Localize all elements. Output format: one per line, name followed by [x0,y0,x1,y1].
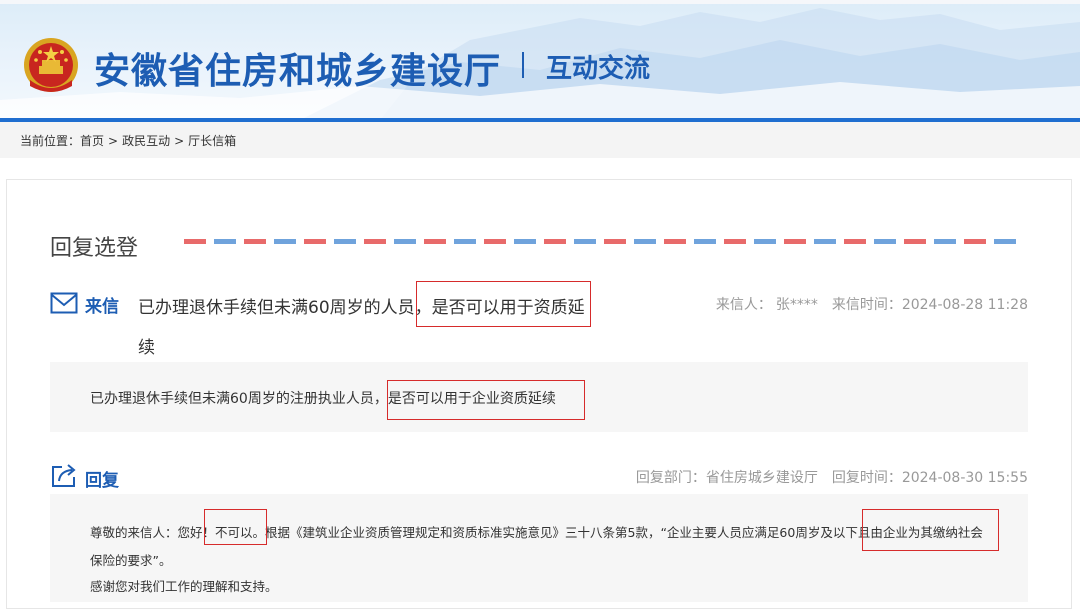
national-emblem-icon [24,38,78,92]
reply-meta: 回复部门：省住房城乡建设厅 回复时间：2024-08-30 15:55 [636,467,1028,487]
title-divider [522,52,524,78]
sender-label: 来信人： [715,297,772,313]
highlight-box [416,281,591,327]
reply-text-line: 保险的要求”。 [90,553,172,568]
breadcrumb-mailbox[interactable]: 厅长信箱 [188,134,236,148]
breadcrumb-separator: > [174,134,185,148]
letter-time: 2024-08-28 11:28 [901,297,1028,313]
share-reply-icon [52,464,76,487]
reply-dept: 省住房城乡建设厅 [705,470,818,486]
reply-dept-label: 回复部门： [635,470,706,486]
site-title[interactable]: 安徽省住房和城乡建设厅 [94,42,501,94]
letter-time-label: 来信时间： [831,297,902,313]
envelope-icon [50,292,78,314]
reply-thanks: 感谢您对我们工作的理解和支持。 [90,579,278,594]
reply-time: 2024-08-30 15:55 [901,470,1028,486]
highlight-box [387,380,585,420]
highlight-box [204,509,267,545]
breadcrumb-separator: > [108,134,119,148]
section-title[interactable]: 互动交流 [546,48,650,85]
section-heading: 回复选登 [50,236,139,261]
sender-name: 张**** [775,297,818,313]
airmail-divider [184,239,1022,244]
breadcrumb-home[interactable]: 首页 [80,134,104,148]
highlight-box [862,509,999,551]
reply-label: 回复 [85,471,119,491]
breadcrumb-prefix: 当前位置： [20,134,81,148]
letter-label: 来信 [85,297,119,317]
letter-meta: 来信人： 张**** 来信时间：2024-08-28 11:28 [716,294,1028,314]
breadcrumb: 当前位置：首页 > 政民互动 > 厅长信箱 [0,122,1080,158]
breadcrumb-interaction[interactable]: 政民互动 [122,134,170,148]
reply-time-label: 回复时间： [831,470,902,486]
site-header: 安徽省住房和城乡建设厅 互动交流 [0,0,1080,120]
